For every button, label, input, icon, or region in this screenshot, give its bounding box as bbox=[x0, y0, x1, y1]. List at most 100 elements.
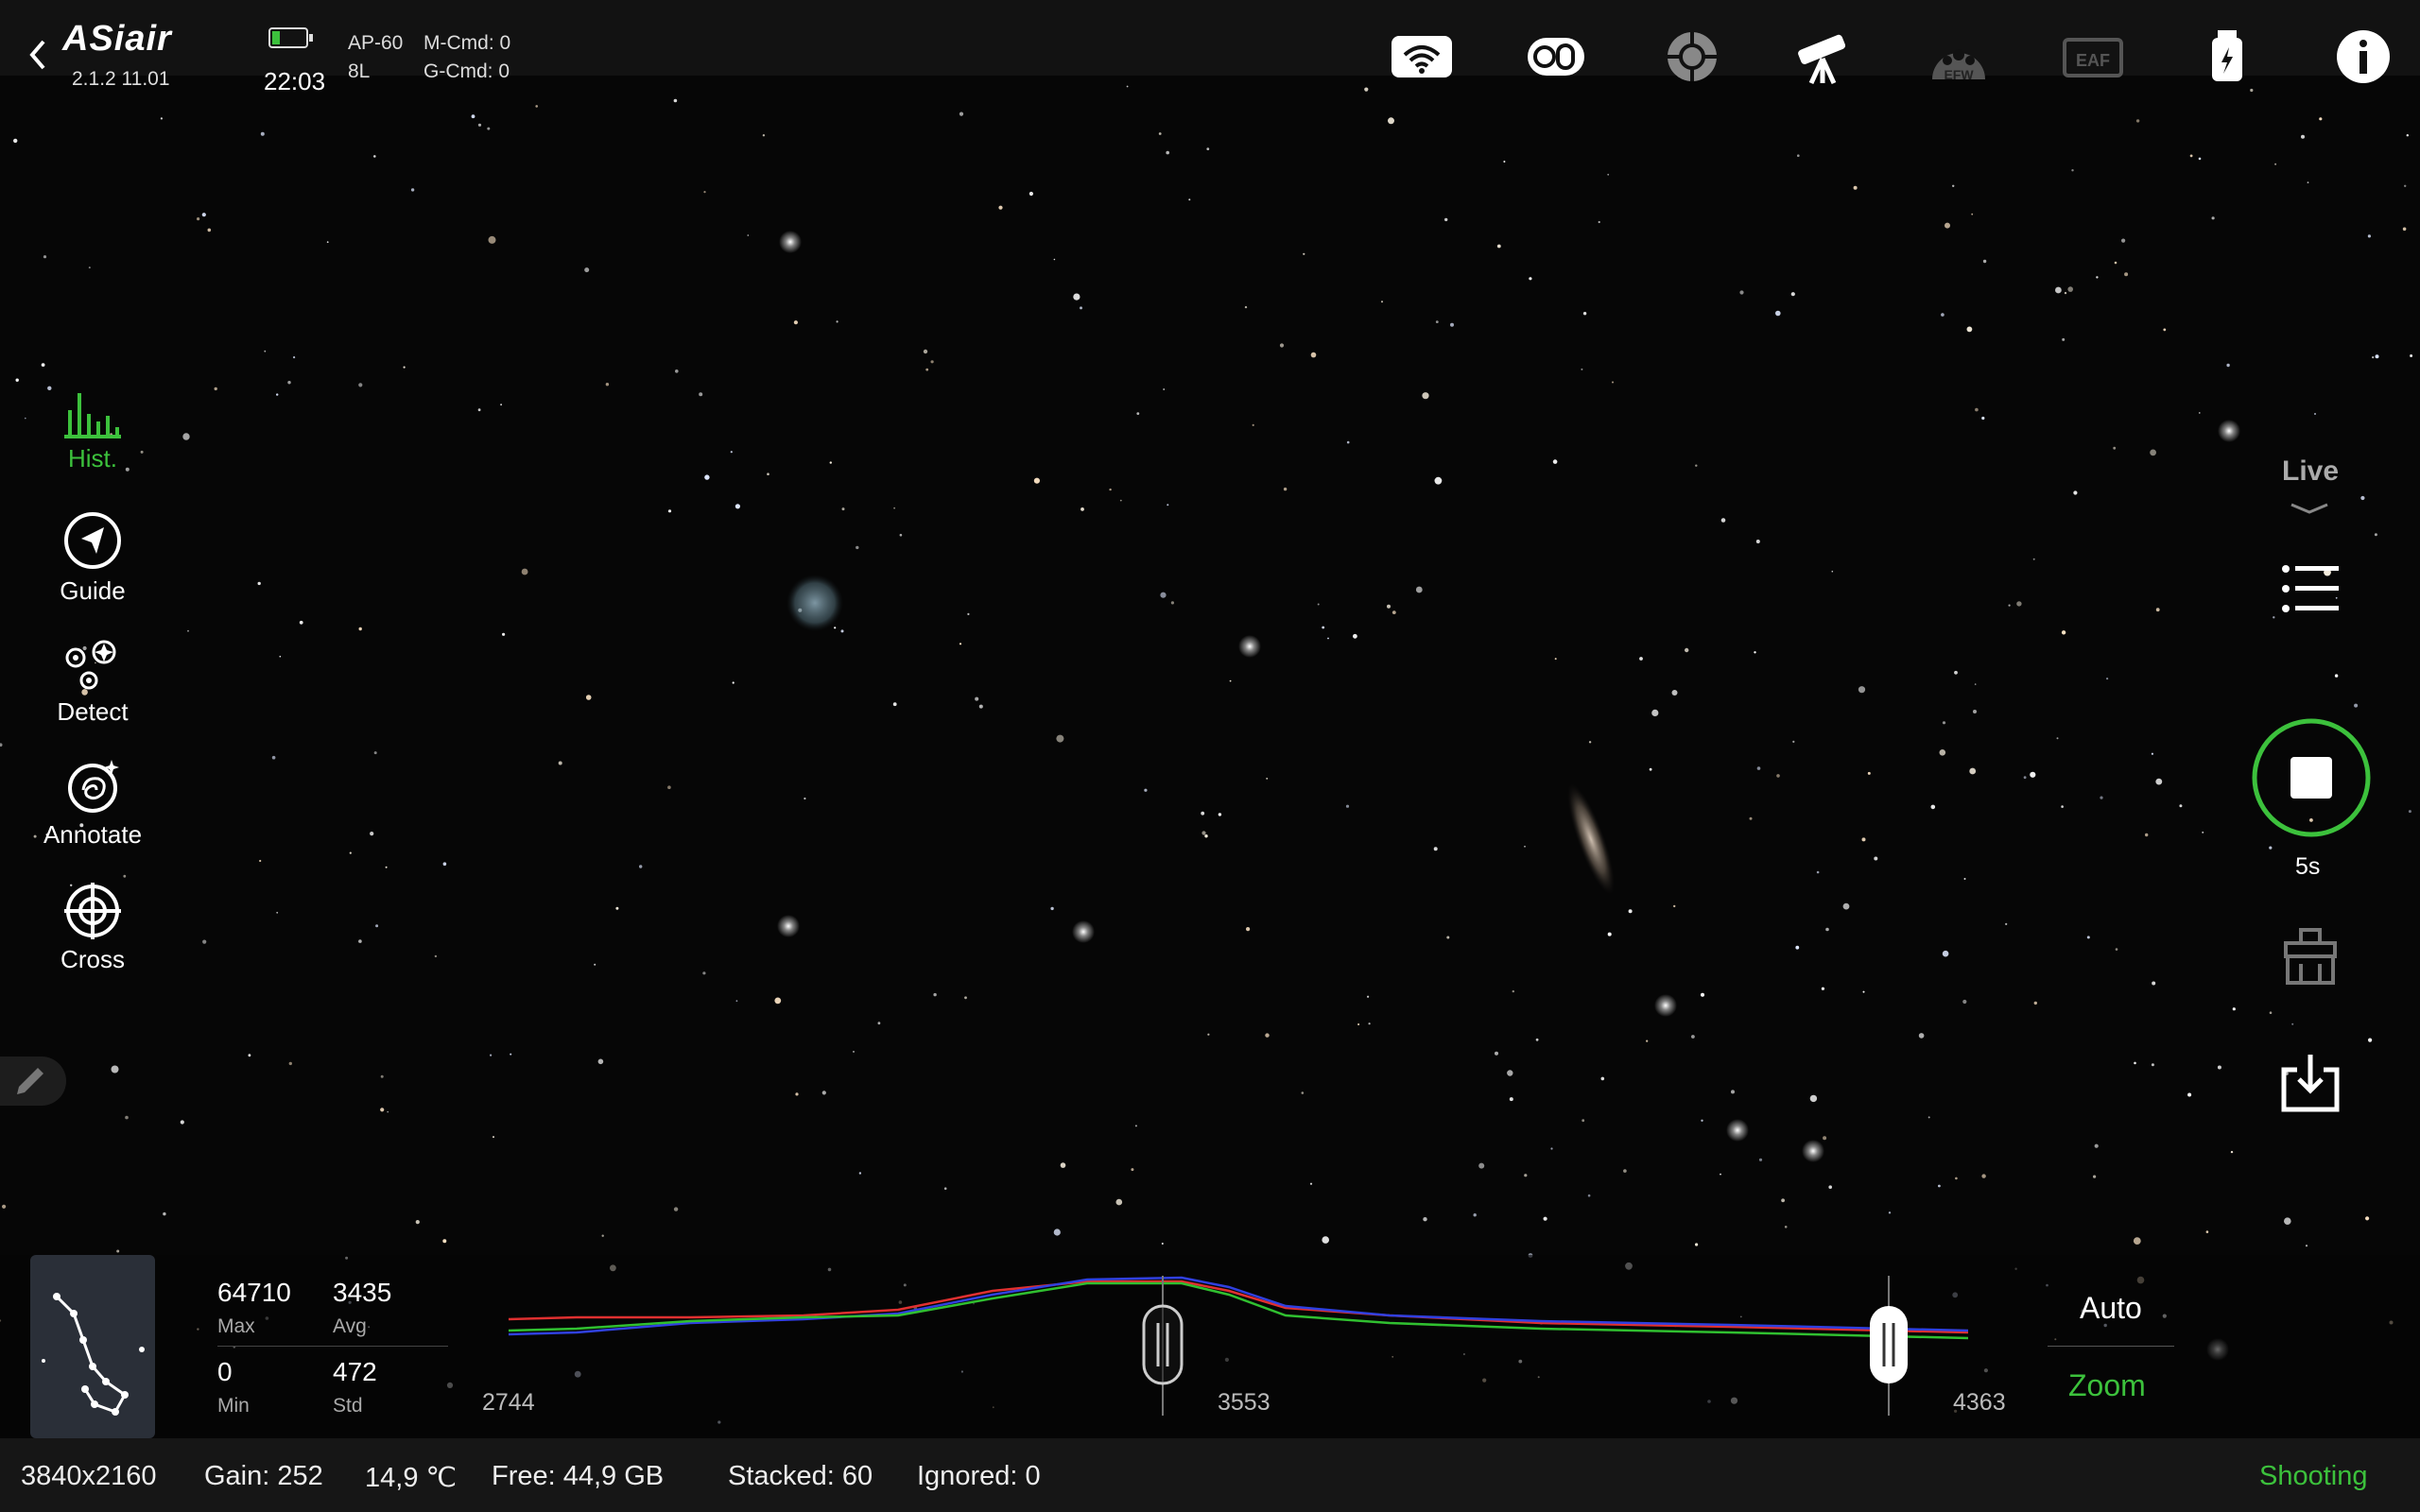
star bbox=[2368, 1038, 2373, 1042]
white-point-slider[interactable] bbox=[1870, 1306, 1908, 1383]
black-point-slider[interactable] bbox=[1142, 1304, 1184, 1385]
bright-star bbox=[1238, 635, 1261, 658]
star bbox=[2115, 948, 2118, 951]
efw-icon[interactable]: EFW bbox=[1927, 28, 1991, 85]
star bbox=[1720, 518, 1726, 523]
star bbox=[1695, 464, 1698, 467]
efw-label: EFW bbox=[1944, 67, 1974, 82]
record-stop-icon[interactable] bbox=[2250, 716, 2373, 839]
star bbox=[1283, 487, 1288, 491]
star bbox=[182, 433, 190, 440]
star bbox=[276, 393, 279, 396]
star bbox=[1739, 290, 1744, 295]
eaf-icon[interactable]: EAF bbox=[2061, 28, 2125, 85]
star bbox=[1163, 388, 1166, 390]
star bbox=[1888, 1211, 1892, 1214]
chevron-down-icon[interactable] bbox=[2288, 499, 2331, 516]
filter-wheel-icon[interactable] bbox=[1524, 28, 1588, 85]
star bbox=[502, 632, 506, 636]
menu-icon[interactable] bbox=[2280, 563, 2341, 614]
nav-detect[interactable]: Detect bbox=[34, 639, 151, 727]
star bbox=[703, 191, 706, 194]
star bbox=[841, 507, 845, 511]
star bbox=[1204, 834, 1208, 838]
nav-detect-label: Detect bbox=[57, 697, 129, 726]
star bbox=[1158, 132, 1162, 135]
star bbox=[88, 266, 91, 269]
star bbox=[41, 363, 45, 367]
star bbox=[673, 98, 678, 103]
bright-star bbox=[1072, 920, 1095, 943]
planetary-nebula bbox=[786, 575, 843, 631]
back-chevron-icon[interactable] bbox=[25, 36, 51, 74]
app-version: 2.1.2 11.01 bbox=[72, 68, 170, 90]
star bbox=[1266, 778, 1269, 780]
star bbox=[2073, 490, 2078, 495]
star bbox=[1776, 774, 1780, 778]
star bbox=[2106, 678, 2109, 680]
star bbox=[1701, 1119, 1703, 1123]
star bbox=[180, 1120, 184, 1125]
star bbox=[415, 1220, 420, 1225]
auto-stretch-button[interactable]: Auto bbox=[2080, 1291, 2142, 1326]
star bbox=[13, 138, 18, 144]
download-icon[interactable] bbox=[2278, 1051, 2342, 1115]
star bbox=[1422, 392, 1429, 400]
star bbox=[1623, 1169, 1627, 1173]
nav-histogram[interactable]: Hist. bbox=[34, 386, 151, 473]
hist-avg-value: 3435 bbox=[333, 1278, 392, 1307]
star bbox=[1353, 633, 1357, 639]
star bbox=[1346, 440, 1350, 444]
star bbox=[1981, 416, 1985, 421]
annotate-icon bbox=[68, 760, 119, 813]
star bbox=[2269, 846, 2273, 850]
star bbox=[1554, 658, 1557, 661]
guide-target-icon[interactable] bbox=[1660, 28, 1724, 85]
wifi-icon[interactable] bbox=[1390, 28, 1454, 85]
star bbox=[1691, 1035, 1695, 1039]
star bbox=[1496, 244, 1501, 249]
star bbox=[1607, 173, 1610, 176]
star bbox=[1969, 767, 1977, 775]
star bbox=[1754, 651, 1756, 654]
star bbox=[264, 350, 267, 352]
star bbox=[1581, 368, 1583, 370]
live-mode-label[interactable]: Live bbox=[2282, 455, 2339, 488]
star bbox=[1821, 987, 1824, 990]
star bbox=[1529, 277, 1532, 281]
nav-cross[interactable]: Cross bbox=[34, 883, 151, 974]
star bbox=[1033, 477, 1040, 484]
star bbox=[271, 755, 276, 760]
clear-icon[interactable] bbox=[2280, 926, 2341, 987]
star bbox=[584, 267, 590, 273]
star bbox=[1607, 932, 1612, 936]
star bbox=[2150, 449, 2157, 456]
star bbox=[2230, 1150, 2234, 1154]
star bbox=[2402, 227, 2407, 232]
info-icon[interactable] bbox=[2331, 28, 2395, 85]
constellation-thumbnail[interactable] bbox=[30, 1255, 155, 1438]
star bbox=[585, 695, 592, 700]
star bbox=[2269, 1011, 2273, 1014]
star bbox=[1435, 320, 1439, 323]
star bbox=[2404, 184, 2407, 187]
star bbox=[1550, 1147, 1553, 1150]
star bbox=[978, 704, 983, 709]
zoom-button[interactable]: Zoom bbox=[2068, 1368, 2146, 1403]
star bbox=[1167, 504, 1169, 507]
nav-annotate[interactable]: Annotate bbox=[34, 758, 151, 850]
star bbox=[2291, 1022, 2294, 1025]
star bbox=[293, 356, 296, 359]
star bbox=[1816, 870, 1820, 874]
edit-tab[interactable] bbox=[0, 1057, 66, 1106]
nav-guide[interactable]: Guide bbox=[34, 510, 151, 606]
star bbox=[380, 1108, 385, 1112]
telescope-icon[interactable] bbox=[1790, 28, 1855, 85]
star bbox=[1244, 305, 1248, 309]
hist-min-label: Min bbox=[217, 1395, 250, 1417]
star bbox=[2199, 412, 2201, 414]
star bbox=[187, 629, 189, 632]
usb-power-icon[interactable] bbox=[2195, 28, 2259, 85]
star bbox=[1639, 657, 1643, 661]
star bbox=[1207, 1033, 1210, 1036]
